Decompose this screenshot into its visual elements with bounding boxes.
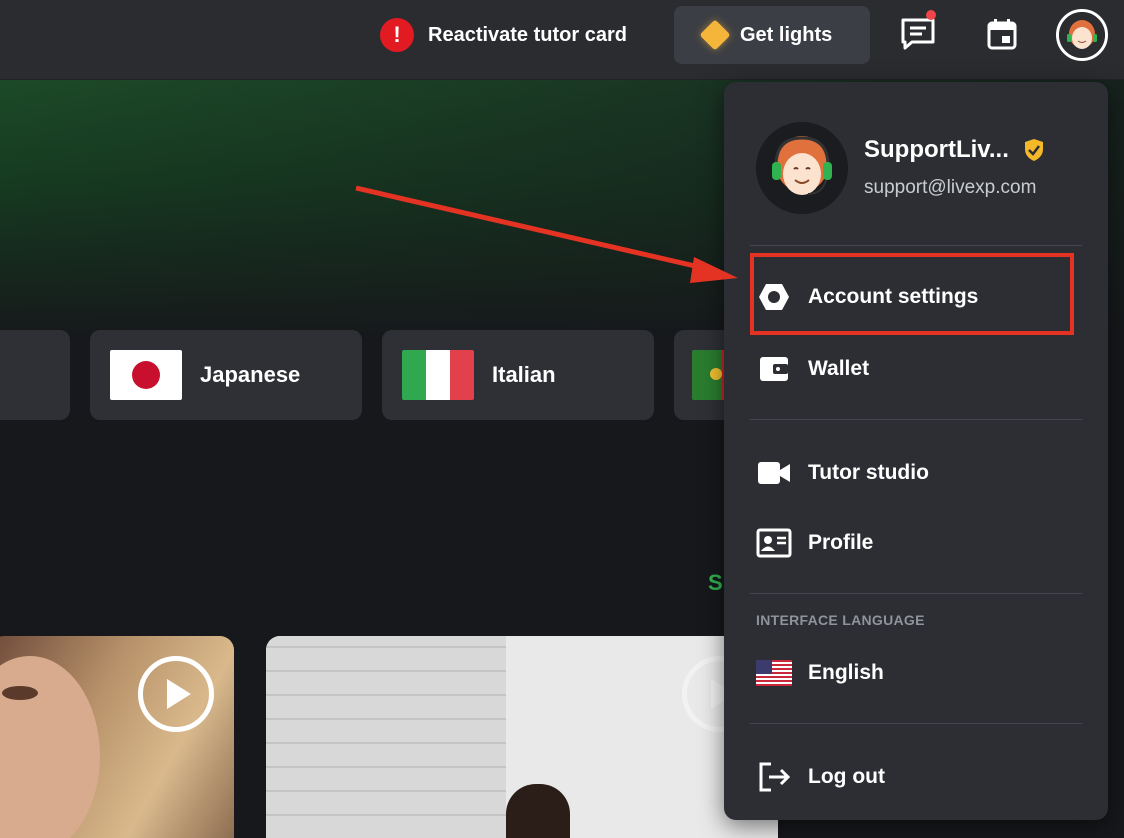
interface-language-selector[interactable]: English bbox=[756, 653, 884, 693]
support-agent-avatar-icon bbox=[756, 122, 848, 214]
chat-icon bbox=[901, 18, 935, 50]
interface-language-heading: INTERFACE LANGUAGE bbox=[756, 612, 925, 628]
italy-flag-icon bbox=[402, 350, 474, 400]
exclamation-icon: ! bbox=[380, 18, 414, 52]
user-name: SupportLiv... bbox=[864, 136, 1045, 164]
language-card-italian[interactable]: Italian bbox=[382, 330, 654, 420]
play-button[interactable] bbox=[138, 656, 214, 732]
messages-button[interactable] bbox=[898, 10, 938, 54]
play-icon bbox=[167, 679, 191, 709]
wallet-icon bbox=[756, 353, 792, 385]
get-lights-label: Get lights bbox=[740, 23, 833, 46]
video-camera-icon bbox=[756, 457, 792, 489]
logout-icon bbox=[756, 761, 792, 793]
verified-shield-icon bbox=[1024, 139, 1043, 161]
diamond-icon bbox=[699, 19, 731, 51]
divider bbox=[750, 419, 1082, 420]
language-card-japanese[interactable]: Japanese bbox=[90, 330, 362, 420]
language-card-partial[interactable] bbox=[0, 330, 70, 420]
tutor-video-thumbnail[interactable] bbox=[0, 636, 234, 838]
calendar-icon bbox=[987, 19, 1017, 50]
logout-item[interactable]: Log out bbox=[756, 757, 885, 797]
partial-link-text[interactable]: S bbox=[708, 570, 723, 596]
get-lights-button[interactable]: Get lights bbox=[674, 6, 870, 64]
id-card-icon bbox=[756, 527, 792, 559]
user-email: support@livexp.com bbox=[864, 177, 1037, 198]
account-dropdown-menu: SupportLiv... support@livexp.com Account… bbox=[724, 82, 1108, 820]
tutor-studio-item[interactable]: Tutor studio bbox=[756, 453, 929, 493]
language-label: Japanese bbox=[200, 362, 301, 387]
reactivate-tutor-card-link[interactable]: ! Reactivate tutor card bbox=[380, 18, 627, 52]
calendar-button[interactable] bbox=[982, 14, 1022, 54]
wallet-item[interactable]: Wallet bbox=[756, 349, 869, 389]
annotation-highlight-box bbox=[750, 253, 1074, 335]
divider bbox=[750, 593, 1082, 594]
top-bar: ! Reactivate tutor card Get lights bbox=[0, 0, 1124, 80]
divider bbox=[750, 245, 1082, 246]
user-avatar-button[interactable] bbox=[1056, 9, 1108, 61]
divider bbox=[750, 723, 1082, 724]
avatar bbox=[756, 122, 848, 214]
tutor-video-thumbnail[interactable] bbox=[266, 636, 778, 838]
language-label: Italian bbox=[492, 362, 556, 387]
avatar bbox=[1059, 12, 1105, 58]
profile-item[interactable]: Profile bbox=[756, 523, 873, 563]
japan-flag-icon bbox=[110, 350, 182, 400]
reactivate-label: Reactivate tutor card bbox=[428, 23, 627, 46]
notification-dot bbox=[926, 10, 936, 20]
us-flag-icon bbox=[756, 657, 792, 689]
